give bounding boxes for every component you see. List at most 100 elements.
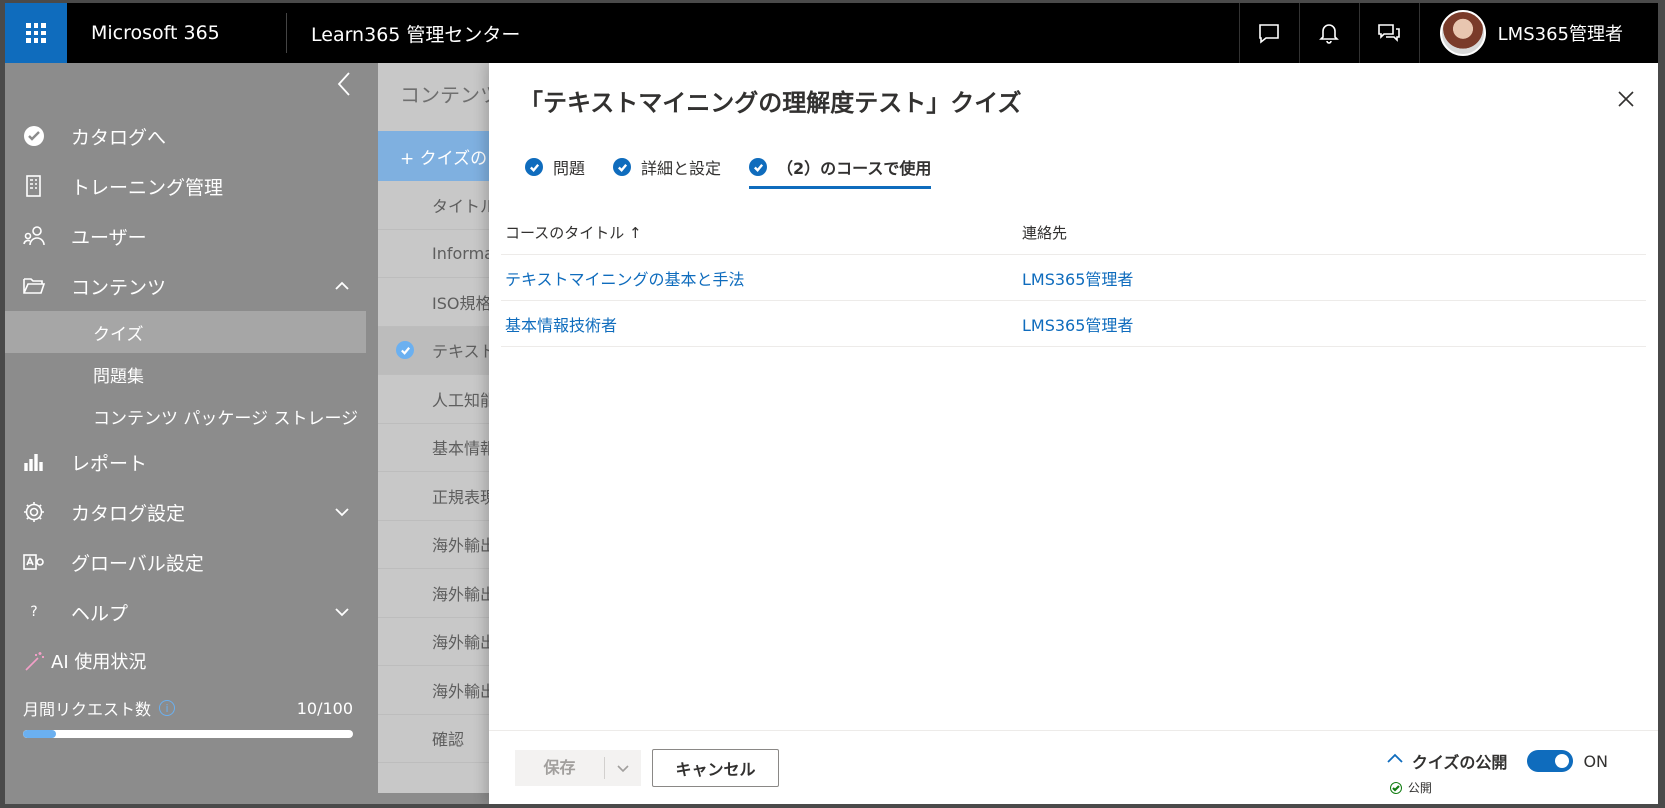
tab-details-settings[interactable]: 詳細と設定 [613,147,721,187]
ai-usage-section: AI 使用状況 月間リクエスト数 i 10/100 [23,648,353,738]
table-header: コースのタイトル ↑ 連絡先 [501,211,1646,255]
publish-section: クイズの公開 ON 公開 [1386,749,1608,796]
sidebar-item-content[interactable]: コンテンツ [5,261,366,311]
sidebar: カタログへ トレーニング管理 ユーザー コンテンツ クイズ 問題集 コンテンツ … [5,63,366,804]
list-item-label: 正規表現 [432,487,497,507]
sidebar-item-label: コンテンツ [71,276,167,299]
monthly-requests-label: 月間リクエスト数 [23,700,152,719]
sidebar-item-label: レポート [71,452,148,475]
conversation-icon [1378,24,1400,42]
catalog-check-icon [24,126,44,146]
list-item-label: 基本情報 [432,439,497,459]
save-options-button[interactable] [605,761,641,775]
panel-tabs: 問題 詳細と設定 （2）のコースで使用 [525,147,959,189]
check-circle-icon [525,158,543,176]
content-page-title: コンテンツ [400,83,500,107]
notifications-button[interactable] [1298,3,1359,63]
publish-toggle[interactable] [1527,750,1574,772]
avatar [1439,10,1486,56]
sidebar-item-help[interactable]: ? ヘルプ [5,587,366,637]
collapse-sidebar-button[interactable] [336,71,352,104]
gear-icon [24,502,44,522]
close-icon [1618,91,1634,107]
chat-icon [1259,24,1279,44]
sidebar-item-label: カタログ設定 [71,502,186,525]
sidebar-subitem-quiz[interactable]: クイズ [5,311,366,353]
users-icon [23,226,45,246]
sidebar-item-label: グローバル設定 [71,552,204,575]
feedback-button[interactable] [1238,3,1299,63]
contact-link[interactable]: LMS365管理者 [1022,270,1133,289]
building-icon [26,175,41,197]
cancel-button[interactable]: キャンセル [652,749,779,787]
save-button[interactable]: 保存 [515,757,605,779]
sidebar-item-global-settings[interactable]: グローバル設定 [5,537,366,587]
sidebar-item-catalog-settings[interactable]: カタログ設定 [5,487,366,537]
chevron-up-icon [334,277,350,299]
sidebar-item-users[interactable]: ユーザー [5,211,366,261]
table-row: 基本情報技術者 LMS365管理者 [501,301,1646,347]
column-header-course-title[interactable]: コースのタイトル ↑ [501,222,1022,243]
courses-table: コースのタイトル ↑ 連絡先 テキストマイニングの基本と手法 LMS365管理者… [501,211,1646,347]
question-icon: ? [30,604,38,620]
panel-title: 「テキストマイニングの理解度テスト」クイズ [519,89,1022,117]
sidebar-item-reports[interactable]: レポート [5,437,366,487]
sidebar-item-label: ヘルプ [71,602,129,625]
chevron-down-icon [334,503,350,525]
bell-icon [1319,24,1340,44]
folder-open-icon [23,278,46,294]
monthly-requests-count: 10/100 [296,698,353,718]
course-title-link[interactable]: テキストマイニングの基本と手法 [505,270,745,289]
toggle-state-label: ON [1583,751,1608,771]
bar-chart-icon [24,454,43,471]
admin-icon [23,554,44,570]
waffle-icon [26,23,46,43]
check-circle-icon [1389,781,1402,794]
sidebar-item-label: ユーザー [71,226,147,249]
chevron-down-icon [334,603,350,625]
user-menu[interactable]: LMS365管理者 [1418,3,1658,63]
chevron-up-icon[interactable] [1386,750,1412,772]
tab-label: （2）のコースで使用 [777,159,932,178]
chevron-left-icon [337,72,350,96]
app-launcher-button[interactable] [5,3,67,63]
check-circle-icon [396,341,414,360]
tab-label: 問題 [553,159,586,178]
tab-questions[interactable]: 問題 [525,147,585,187]
chevron-down-icon [617,765,629,773]
quiz-detail-panel: 「テキストマイニングの理解度テスト」クイズ 問題 詳細と設定 （2）のコースで使… [489,63,1658,804]
app-frame: Microsoft 365 Learn365 管理センター LMS365管理者 [5,3,1658,804]
content-list-overlay: コンテンツ + クイズの タイトル Informat ISO規格 テキスト 人工知能 基本… [366,63,508,804]
sidebar-item-training[interactable]: トレーニング管理 [5,161,366,211]
column-header-contact[interactable]: 連絡先 [1022,222,1646,243]
requests-progress-bar [23,730,353,738]
ai-usage-title: AI 使用状況 [51,652,147,673]
panel-footer: 保存 キャンセル クイズの公開 ON 公開 [489,730,1658,804]
list-item-label: 海外輸出 [432,633,497,653]
info-icon[interactable]: i [159,700,176,716]
magic-wand-icon [25,652,44,671]
list-item-label: タイトル [432,196,497,216]
close-panel-button[interactable] [1616,89,1636,113]
list-item-label: 人工知能 [432,390,497,410]
user-name: LMS365管理者 [1497,24,1623,45]
brand-name[interactable]: Microsoft 365 [67,13,287,53]
sidebar-subitem-package-storage[interactable]: コンテンツ パッケージ ストレージ [5,395,366,437]
sidebar-item-catalog[interactable]: カタログへ [5,111,366,161]
sidebar-subitem-question-bank[interactable]: 問題集 [5,353,366,395]
tab-label: 詳細と設定 [641,159,722,178]
list-item-label: テキスト [432,342,496,362]
save-split-button[interactable]: 保存 [515,750,641,786]
course-title-link[interactable]: 基本情報技術者 [505,316,617,335]
tab-used-in-courses[interactable]: （2）のコースで使用 [749,147,932,189]
table-row: テキストマイニングの基本と手法 LMS365管理者 [501,255,1646,301]
list-item-label: 海外輸出 [432,536,497,556]
check-circle-icon [613,158,632,176]
messages-button[interactable] [1358,3,1419,63]
requests-progress-fill [23,730,56,738]
sidebar-item-label: カタログへ [71,126,167,149]
contact-link[interactable]: LMS365管理者 [1022,316,1133,335]
list-item-label: 確認 [432,730,465,750]
list-item-label: ISO規格 [432,293,492,313]
publish-label: クイズの公開 [1411,753,1508,772]
